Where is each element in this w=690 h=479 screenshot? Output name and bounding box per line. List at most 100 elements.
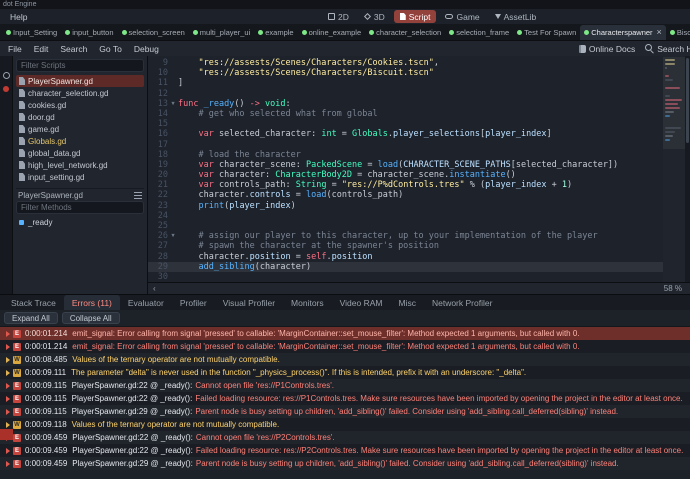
scene-tab-example[interactable]: example xyxy=(254,25,297,40)
line-number[interactable]: 26 xyxy=(148,231,168,241)
collapse-all-button[interactable]: Collapse All xyxy=(62,312,120,324)
line-number[interactable]: 25 xyxy=(148,221,168,231)
expand-all-button[interactable]: Expand All xyxy=(4,312,58,324)
line-number[interactable]: 22 xyxy=(148,190,168,200)
error-row[interactable]: E0:00:09.115PlayerSpawner.gd:22 @ _ready… xyxy=(0,379,690,392)
line-number[interactable]: 21 xyxy=(148,180,168,190)
code-line-17[interactable]: 17 xyxy=(148,140,663,150)
online-docs-button[interactable]: Online Docs xyxy=(579,44,635,54)
main-screen-button-script[interactable]: Script xyxy=(394,10,437,23)
line-number[interactable]: 29 xyxy=(148,262,168,272)
code-line-11[interactable]: 11] xyxy=(148,78,663,88)
error-row[interactable]: E0:00:09.115PlayerSpawner.gd:22 @ _ready… xyxy=(0,392,690,405)
line-number[interactable]: 13 xyxy=(148,99,168,109)
code-line-14[interactable]: 14 # get who selected what from global xyxy=(148,109,663,119)
fold-icon[interactable]: ▼ xyxy=(168,231,178,241)
scene-tab-input-button[interactable]: input_button xyxy=(61,25,117,40)
left-strip-icon[interactable] xyxy=(3,72,10,79)
script-item-global-data-gd[interactable]: global_data.gd xyxy=(16,147,144,159)
line-number[interactable]: 14 xyxy=(148,109,168,119)
scene-tab-test-for-spawn[interactable]: Test For Spawn xyxy=(513,25,580,40)
script-item-playerspawner-gd[interactable]: PlayerSpawner.gd xyxy=(16,75,144,87)
main-screen-button-assetlib[interactable]: AssetLib xyxy=(489,10,543,23)
scene-tab-input-setting[interactable]: Input_Setting xyxy=(2,25,61,40)
code-line-18[interactable]: 18 # load the character xyxy=(148,150,663,160)
error-row[interactable]: W0:00:09.111The parameter "delta" is nev… xyxy=(0,366,690,379)
line-number[interactable]: 23 xyxy=(148,201,168,211)
script-item-input-setting-gd[interactable]: input_setting.gd xyxy=(16,171,144,183)
scene-tab-character-selection[interactable]: character_selection xyxy=(365,25,445,40)
minimap[interactable] xyxy=(663,56,685,282)
menu-search[interactable]: Search xyxy=(60,44,87,54)
line-number[interactable]: 18 xyxy=(148,150,168,160)
scene-tab-biscuit[interactable]: Biscuit xyxy=(666,25,690,40)
vertical-scrollbar[interactable] xyxy=(685,56,690,282)
line-number[interactable]: 15 xyxy=(148,119,168,129)
debugger-tab-monitors[interactable]: Monitors xyxy=(283,295,332,310)
line-number[interactable]: 11 xyxy=(148,78,168,88)
sort-members-icon[interactable] xyxy=(134,192,142,199)
line-number[interactable]: 30 xyxy=(148,272,168,282)
line-number[interactable]: 9 xyxy=(148,58,168,68)
code-line-28[interactable]: 28 character.position = self.position xyxy=(148,252,663,262)
code-line-29[interactable]: 29 add_sibling(character) xyxy=(148,262,663,272)
scene-tab-selection-screen[interactable]: selection_screen xyxy=(118,25,189,40)
code-line-23[interactable]: 23 print(player_index) xyxy=(148,201,663,211)
debugger-tab-visual-profiler[interactable]: Visual Profiler xyxy=(215,295,283,310)
method-item-ready[interactable]: _ready xyxy=(16,217,144,228)
code-line-26[interactable]: 26▼ # assign our player to this characte… xyxy=(148,231,663,241)
close-tab-icon[interactable]: × xyxy=(657,28,662,37)
error-row[interactable]: W0:00:09.118Values of the ternary operat… xyxy=(0,418,690,431)
toggle-scripts-panel-button[interactable]: ‹ xyxy=(148,283,161,295)
menu-go-to[interactable]: Go To xyxy=(99,44,122,54)
scene-tab-characterspawner[interactable]: Characterspawner× xyxy=(580,25,666,40)
menu-file[interactable]: File xyxy=(8,44,22,54)
code-line-24[interactable]: 24 xyxy=(148,211,663,221)
code-line-10[interactable]: 10 "res://assests/Scenes/Characters/Bisc… xyxy=(148,68,663,78)
code-line-9[interactable]: 9 "res://assests/Scenes/Characters/Cooki… xyxy=(148,58,663,68)
debugger-tab-profiler[interactable]: Profiler xyxy=(172,295,215,310)
code-line-13[interactable]: 13▼func _ready() -> void: xyxy=(148,99,663,109)
expand-arrow-icon[interactable] xyxy=(6,370,10,376)
filter-scripts-input[interactable]: Filter Scripts xyxy=(16,59,144,72)
error-row[interactable]: E0:00:01.214emit_signal: Error calling f… xyxy=(0,340,690,353)
error-row[interactable]: E0:00:09.459PlayerSpawner.gd:22 @ _ready… xyxy=(0,431,690,444)
script-item-high-level-network-gd[interactable]: high_level_network.gd xyxy=(16,159,144,171)
error-row[interactable]: E0:00:09.115PlayerSpawner.gd:29 @ _ready… xyxy=(0,405,690,418)
expand-arrow-icon[interactable] xyxy=(6,396,10,402)
line-number[interactable]: 24 xyxy=(148,211,168,221)
expand-arrow-icon[interactable] xyxy=(6,409,10,415)
scene-tab-multi-player-ui[interactable]: multi_player_ui xyxy=(189,25,254,40)
expand-arrow-icon[interactable] xyxy=(6,448,10,454)
line-number[interactable]: 19 xyxy=(148,160,168,170)
menu-help[interactable]: Help xyxy=(10,12,27,22)
zoom-level[interactable]: 58 % xyxy=(664,284,690,293)
error-row[interactable]: E0:00:09.459PlayerSpawner.gd:29 @ _ready… xyxy=(0,457,690,470)
expand-arrow-icon[interactable] xyxy=(6,357,10,363)
expand-arrow-icon[interactable] xyxy=(6,422,10,428)
search-help-button[interactable]: Search Help xyxy=(645,44,690,54)
code-line-12[interactable]: 12 xyxy=(148,89,663,99)
line-number[interactable]: 12 xyxy=(148,89,168,99)
line-number[interactable]: 16 xyxy=(148,129,168,139)
fold-icon[interactable]: ▼ xyxy=(168,99,178,109)
main-screen-button-3d[interactable]: 3D xyxy=(358,10,391,23)
code-line-20[interactable]: 20 var character: CharacterBody2D = char… xyxy=(148,170,663,180)
code-line-27[interactable]: 27 # spawn the character at the spawner'… xyxy=(148,241,663,251)
debugger-tab-network-profiler[interactable]: Network Profiler xyxy=(424,295,500,310)
error-row[interactable]: W0:00:08.485Values of the ternary operat… xyxy=(0,353,690,366)
expand-arrow-icon[interactable] xyxy=(6,331,10,337)
debugger-tab-misc[interactable]: Misc xyxy=(390,295,423,310)
main-screen-button-2d[interactable]: 2D xyxy=(322,10,355,23)
error-row[interactable]: E0:00:01.214emit_signal: Error calling f… xyxy=(0,327,690,340)
line-number[interactable]: 17 xyxy=(148,140,168,150)
main-screen-button-game[interactable]: Game xyxy=(439,10,485,23)
menu-edit[interactable]: Edit xyxy=(34,44,49,54)
menu-debug[interactable]: Debug xyxy=(134,44,159,54)
code-line-19[interactable]: 19 var character_scene: PackedScene = lo… xyxy=(148,160,663,170)
expand-arrow-icon[interactable] xyxy=(6,344,10,350)
line-number[interactable]: 10 xyxy=(148,68,168,78)
debugger-tab-evaluator[interactable]: Evaluator xyxy=(120,295,172,310)
line-number[interactable]: 27 xyxy=(148,241,168,251)
debugger-tab-stack-trace[interactable]: Stack Trace xyxy=(3,295,64,310)
